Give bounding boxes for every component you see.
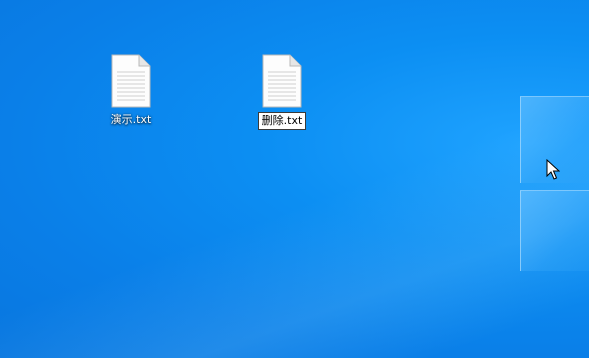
desktop-icon-label: 演示.txt <box>110 113 152 126</box>
wallpaper-window-pane-bottom <box>520 190 589 271</box>
desktop-icon-delete-txt[interactable]: 删除.txt <box>242 54 322 130</box>
text-file-icon <box>111 54 151 108</box>
rename-input[interactable]: 删除.txt <box>257 112 307 130</box>
mouse-pointer-icon <box>546 159 560 180</box>
desktop-icon-demo-txt[interactable]: 演示.txt <box>91 54 171 127</box>
desktop[interactable]: 演示.txt 删除.txt <box>0 0 589 358</box>
text-file-icon <box>262 54 302 108</box>
